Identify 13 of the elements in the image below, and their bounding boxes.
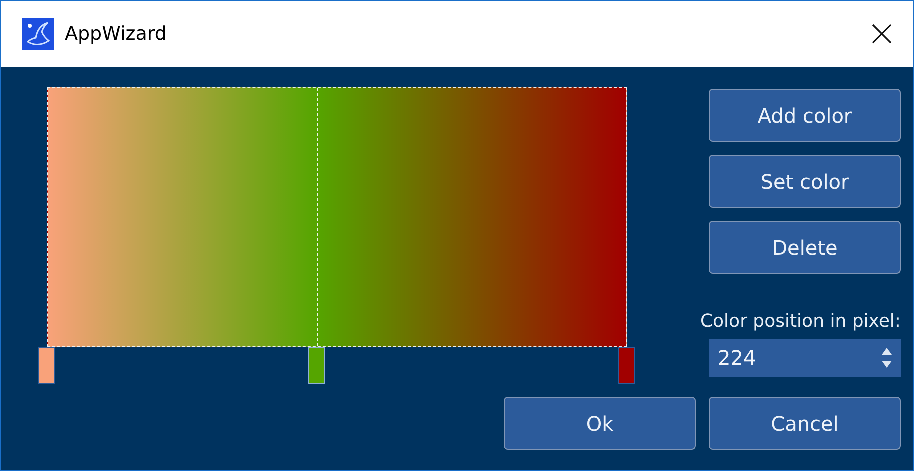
position-label: Color position in pixel:	[700, 310, 901, 334]
color-stop-handle[interactable]	[618, 347, 636, 384]
color-stop-handle[interactable]	[38, 347, 56, 384]
window-title: AppWizard	[65, 23, 167, 45]
dialog-button[interactable]: Ok	[504, 397, 696, 450]
action-button[interactable]: Add color	[709, 89, 901, 142]
close-icon	[871, 23, 893, 45]
wizard-hat-icon	[22, 18, 54, 50]
action-button[interactable]: Set color	[709, 155, 901, 208]
color-stop-handle[interactable]	[308, 347, 326, 384]
position-spinbox[interactable]: 224	[709, 339, 901, 378]
dialog-button[interactable]: Cancel	[709, 397, 901, 450]
action-button[interactable]: Delete	[709, 221, 901, 274]
